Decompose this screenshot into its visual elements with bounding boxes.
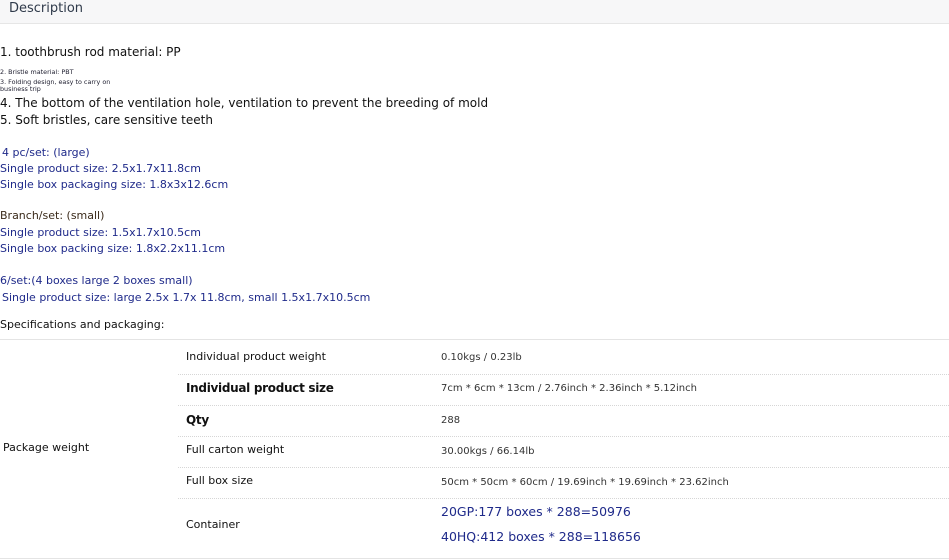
row-divider: [178, 498, 949, 499]
spec-label-container: Container: [186, 518, 240, 531]
set-small-product-size: Single product size: 1.5x1.7x10.5cm: [0, 226, 201, 239]
spec-label-carton-weight: Full carton weight: [186, 443, 285, 456]
feature-folding-design-cont: business trip: [0, 85, 41, 93]
set-large-box-size: Single box packaging size: 1.8x3x12.6cm: [0, 178, 229, 191]
spec-label-box-size: Full box size: [186, 474, 254, 487]
feature-bristle-material: 2. Bristle material: PBT: [0, 68, 74, 76]
spec-label-product-size: Individual product size: [186, 381, 334, 395]
set-small-title: Branch/set: (small): [0, 209, 105, 222]
spec-value-box-size: 50cm * 50cm * 60cm / 19.69inch * 19.69in…: [441, 477, 729, 488]
spec-label-qty: Qty: [186, 413, 209, 427]
spec-value-product-size: 7cm * 6cm * 13cm / 2.76inch * 2.36inch *…: [441, 383, 697, 394]
spec-value-carton-weight: 30.00kgs / 66.14lb: [441, 446, 535, 457]
set-large-title: 4 pc/set: (large): [2, 146, 90, 159]
spec-value-qty: 288: [441, 415, 461, 426]
row-divider: [178, 374, 949, 375]
row-divider: [178, 436, 949, 437]
spec-value-product-weight: 0.10kgs / 0.23lb: [441, 352, 522, 363]
feature-soft-bristles: 5. Soft bristles, care sensitive teeth: [0, 113, 213, 127]
feature-rod-material: 1. toothbrush rod material: PP: [0, 45, 181, 59]
spec-label-product-weight: Individual product weight: [186, 350, 326, 363]
set-small-box-size: Single box packing size: 1.8x2.2x11.1cm: [0, 242, 226, 255]
specs-heading: Specifications and packaging:: [0, 318, 165, 331]
feature-ventilation: 4. The bottom of the ventilation hole, v…: [0, 96, 489, 110]
package-weight-label: Package weight: [3, 441, 90, 454]
container-40hq: 40HQ:412 boxes * 288=118656: [441, 529, 641, 544]
set-large-product-size: Single product size: 2.5x1.7x11.8cm: [0, 162, 201, 175]
set-mixed-title: 6/set:(4 boxes large 2 boxes small): [0, 274, 193, 287]
set-mixed-product-size: Single product size: large 2.5x 1.7x 11.…: [2, 291, 371, 304]
row-divider: [178, 467, 949, 468]
specifications-table: Package weight Individual product weight…: [0, 339, 949, 559]
description-tab[interactable]: Description: [9, 1, 83, 16]
description-tab-bar: Description: [0, 0, 949, 24]
container-20gp: 20GP:177 boxes * 288=50976: [441, 504, 631, 519]
row-divider: [178, 405, 949, 406]
